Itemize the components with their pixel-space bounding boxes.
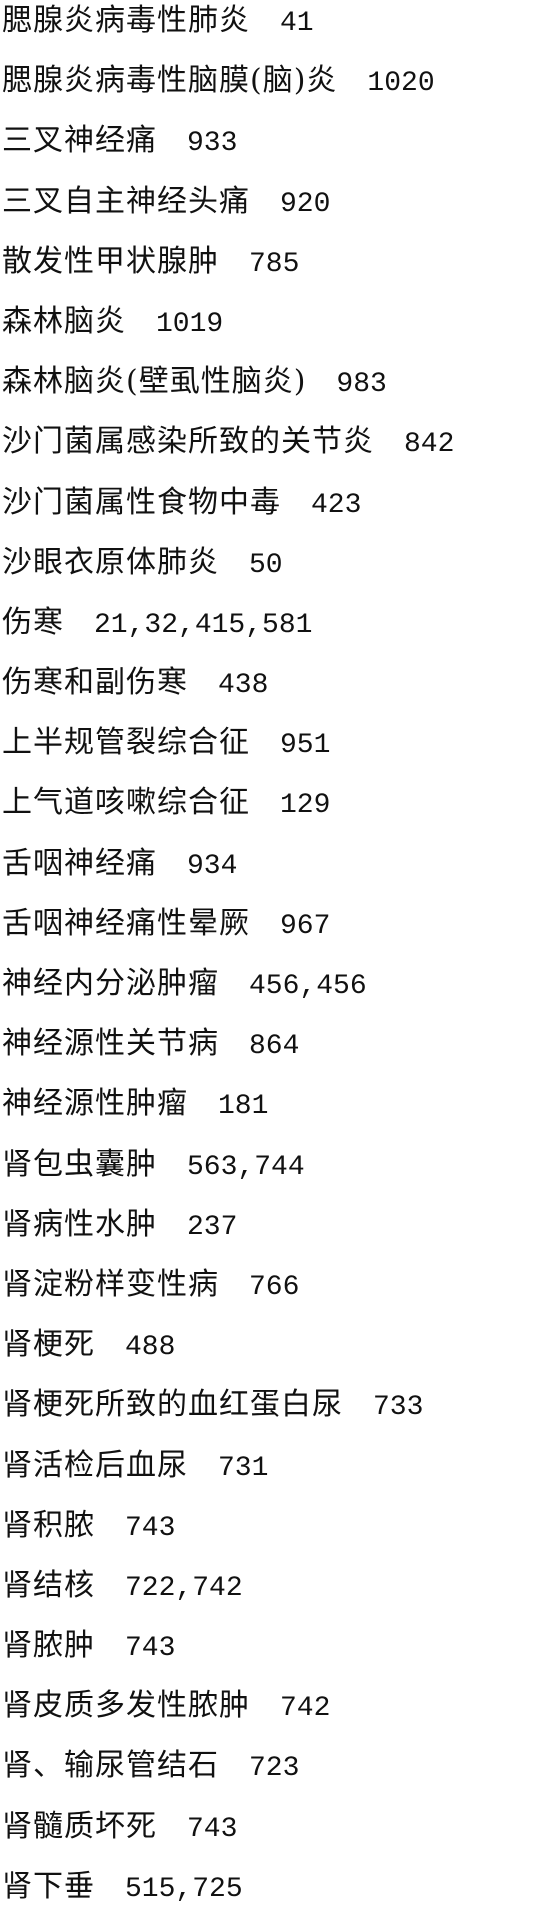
index-term: 肾梗死所致的血红蛋白尿 bbox=[2, 1387, 343, 1423]
index-term: 肾梗死 bbox=[2, 1327, 95, 1363]
index-entry: 肾淀粉样变性病 766 bbox=[2, 1264, 552, 1324]
index-entry: 森林脑炎 1019 bbox=[2, 301, 552, 361]
index-page-numbers: 766 bbox=[249, 1271, 300, 1303]
index-entry: 散发性甲状腺肿 785 bbox=[2, 241, 552, 301]
index-term: 肾淀粉样变性病 bbox=[2, 1266, 219, 1302]
index-entry: 肾结核 722,742 bbox=[2, 1565, 552, 1625]
index-term: 肾结核 bbox=[2, 1567, 95, 1603]
index-page-numbers: 488 bbox=[125, 1332, 176, 1364]
index-entry: 沙眼衣原体肺炎 50 bbox=[2, 542, 552, 602]
index-entry: 肾下垂 515,725 bbox=[2, 1866, 552, 1926]
index-term: 神经源性肿瘤 bbox=[2, 1086, 188, 1122]
index-page-numbers: 864 bbox=[249, 1031, 300, 1063]
index-entry: 肾积脓 743 bbox=[2, 1505, 552, 1565]
index-term: 沙眼衣原体肺炎 bbox=[2, 544, 219, 580]
index-entry: 神经源性关节病 864 bbox=[2, 1023, 552, 1083]
index-page-numbers: 951 bbox=[280, 730, 331, 762]
index-page-numbers: 742 bbox=[280, 1693, 331, 1725]
index-entry: 肾活检后血尿 731 bbox=[2, 1445, 552, 1505]
index-entry: 肾皮质多发性脓肿 742 bbox=[2, 1685, 552, 1745]
index-page-numbers: 456,456 bbox=[249, 971, 367, 1002]
index-page-numbers: 967 bbox=[280, 910, 331, 942]
index-term: 肾下垂 bbox=[2, 1868, 95, 1904]
index-entry: 肾脓肿 743 bbox=[2, 1625, 552, 1685]
index-entry: 肾梗死所致的血红蛋白尿 733 bbox=[2, 1384, 552, 1444]
index-entry: 神经内分泌肿瘤 456,456 bbox=[2, 963, 552, 1023]
index-page-numbers: 722,742 bbox=[125, 1572, 243, 1604]
index-entry: 森林脑炎(壁虱性脑炎) 983 bbox=[2, 361, 552, 421]
index-entry: 上气道咳嗽综合征 129 bbox=[2, 782, 552, 842]
index-page-numbers: 983 bbox=[336, 369, 387, 401]
index-entry: 三叉自主神经头痛 920 bbox=[2, 181, 552, 241]
index-page-numbers: 743 bbox=[187, 1813, 238, 1845]
index-term: 腮腺炎病毒性肺炎 bbox=[2, 3, 250, 38]
index-term: 散发性甲状腺肿 bbox=[2, 243, 219, 279]
index-entry: 腮腺炎病毒性肺炎 41 bbox=[2, 0, 552, 60]
index-entry: 伤寒 21,32,415,581 bbox=[2, 602, 552, 662]
index-page-numbers: 1019 bbox=[156, 308, 224, 340]
index-entry: 沙门菌属性食物中毒 423 bbox=[2, 482, 552, 542]
index-term: 肾包虫囊肿 bbox=[2, 1146, 157, 1182]
index-page-numbers: 563,744 bbox=[187, 1151, 305, 1183]
index-term: 三叉神经痛 bbox=[2, 123, 157, 159]
index-term: 肾、输尿管结石 bbox=[2, 1748, 219, 1784]
index-entry: 肾梗死 488 bbox=[2, 1324, 552, 1384]
index-page-numbers: 129 bbox=[280, 790, 331, 822]
index-term: 沙门菌属感染所致的关节炎 bbox=[2, 424, 374, 460]
index-entry: 肾、输尿管结石 723 bbox=[2, 1745, 552, 1805]
index-term: 三叉自主神经头痛 bbox=[2, 183, 250, 219]
index-page-numbers: 181 bbox=[218, 1091, 269, 1123]
index-entry: 肾病性水肿 237 bbox=[2, 1204, 552, 1264]
index-term: 神经源性关节病 bbox=[2, 1026, 219, 1062]
index-page-numbers: 50 bbox=[249, 549, 283, 581]
index-term: 肾脓肿 bbox=[2, 1628, 95, 1664]
index-entry: 伤寒和副伤寒 438 bbox=[2, 662, 552, 722]
index-term: 神经内分泌肿瘤 bbox=[2, 966, 219, 1001]
index-page-numbers: 743 bbox=[125, 1512, 176, 1544]
index-term: 肾髓质坏死 bbox=[2, 1808, 157, 1844]
index-entry: 肾包虫囊肿 563,744 bbox=[2, 1144, 552, 1204]
index-entry: 上半规管裂综合征 951 bbox=[2, 722, 552, 782]
index-term: 沙门菌属性食物中毒 bbox=[2, 484, 281, 520]
index-term: 舌咽神经痛 bbox=[2, 845, 157, 881]
index-term: 腮腺炎病毒性脑膜(脑)炎 bbox=[2, 63, 338, 99]
index-term: 伤寒 bbox=[2, 604, 64, 640]
index-term: 肾活检后血尿 bbox=[2, 1447, 188, 1483]
index-page-numbers: 515,725 bbox=[125, 1873, 243, 1905]
index-page-numbers: 723 bbox=[249, 1753, 300, 1785]
index-entry: 腮腺炎病毒性脑膜(脑)炎 1020 bbox=[2, 60, 552, 120]
index-entry: 沙门菌属感染所致的关节炎 842 bbox=[2, 421, 552, 481]
index-page-numbers: 933 bbox=[187, 128, 238, 160]
index-term: 肾积脓 bbox=[2, 1507, 95, 1543]
index-page-numbers: 423 bbox=[311, 489, 362, 521]
index-page-numbers: 920 bbox=[280, 188, 331, 220]
index-page-numbers: 41 bbox=[280, 8, 314, 39]
index-page-numbers: 785 bbox=[249, 248, 300, 280]
index-term: 肾病性水肿 bbox=[2, 1206, 157, 1242]
index-entry: 三叉神经痛 933 bbox=[2, 120, 552, 180]
index-page-numbers: 731 bbox=[218, 1452, 269, 1484]
index-page-numbers: 1020 bbox=[367, 68, 435, 100]
index-page-numbers: 438 bbox=[218, 670, 269, 702]
index-term: 肾皮质多发性脓肿 bbox=[2, 1688, 250, 1724]
index-entry: 肾髓质坏死 743 bbox=[2, 1806, 552, 1866]
index-term: 伤寒和副伤寒 bbox=[2, 665, 188, 701]
index-page-numbers: 842 bbox=[404, 429, 455, 461]
index-term: 上半规管裂综合征 bbox=[2, 725, 250, 761]
index-page-numbers: 21,32,415,581 bbox=[94, 609, 313, 641]
index-term: 舌咽神经痛性晕厥 bbox=[2, 905, 250, 941]
index-entry: 舌咽神经痛 934 bbox=[2, 843, 552, 903]
index-term: 上气道咳嗽综合征 bbox=[2, 785, 250, 821]
index-entry: 舌咽神经痛性晕厥 967 bbox=[2, 903, 552, 963]
index-entry: 神经源性肿瘤 181 bbox=[2, 1083, 552, 1143]
index-page-numbers: 934 bbox=[187, 850, 238, 882]
index-page-numbers: 743 bbox=[125, 1633, 176, 1665]
index-page-numbers: 237 bbox=[187, 1211, 238, 1243]
index-term: 森林脑炎(壁虱性脑炎) bbox=[2, 364, 307, 400]
index-list: 腮腺炎病毒性肺炎 41 腮腺炎病毒性脑膜(脑)炎 1020 三叉神经痛 933 三叉自… bbox=[2, 0, 552, 1926]
index-term: 森林脑炎 bbox=[2, 303, 126, 339]
index-page-numbers: 733 bbox=[373, 1392, 424, 1424]
